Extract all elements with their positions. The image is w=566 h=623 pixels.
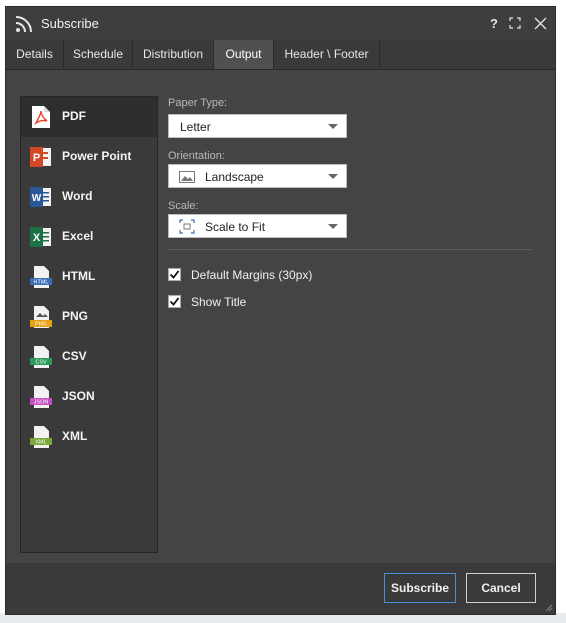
html-icon: HTML <box>30 266 52 288</box>
orientation-value: Landscape <box>205 170 264 184</box>
format-label: HTML <box>62 269 96 283</box>
excel-icon: X <box>30 227 51 247</box>
xml-icon: XML <box>30 426 52 448</box>
format-item-png[interactable]: PNG PNG <box>21 297 157 337</box>
chevron-down-icon <box>328 224 338 229</box>
format-item-powerpoint[interactable]: P Power Point <box>21 137 157 177</box>
format-label: Word <box>62 189 93 203</box>
subscribe-dialog: Subscribe ? Details Schedule Distributio… <box>5 6 556 615</box>
close-icon <box>534 17 546 29</box>
help-button[interactable]: ? <box>487 13 501 33</box>
check-icon <box>169 270 180 279</box>
png-icon-text: PNG <box>35 322 47 328</box>
powerpoint-icon: P <box>30 147 51 167</box>
section-divider <box>168 249 532 250</box>
json-icon-text: JSON <box>34 400 49 406</box>
csv-icon: CSV <box>30 346 52 368</box>
chevron-down-icon <box>328 124 338 129</box>
excel-icon-letter: X <box>33 232 41 244</box>
resize-grip-icon[interactable] <box>545 604 553 612</box>
scale-to-fit-icon <box>179 219 195 234</box>
scale-select[interactable]: Scale to Fit <box>168 214 347 238</box>
tab-bar: Details Schedule Distribution Output Hea… <box>6 40 555 70</box>
format-list: PDF P Power Point W Word X Excel HTML HT… <box>20 96 158 553</box>
title-bar[interactable]: Subscribe ? <box>6 7 555 40</box>
word-icon-letter: W <box>32 193 42 204</box>
orientation-label: Orientation: <box>168 150 225 162</box>
pdf-icon <box>32 106 50 128</box>
format-label: Excel <box>62 229 94 243</box>
close-button[interactable] <box>532 13 548 33</box>
format-label: XML <box>62 429 88 443</box>
scale-label: Scale: <box>168 200 199 212</box>
format-label: CSV <box>62 349 87 363</box>
xml-icon-text: XML <box>35 440 46 446</box>
rss-icon <box>15 16 32 33</box>
tab-details[interactable]: Details <box>6 40 64 69</box>
format-label: PNG <box>62 309 89 323</box>
word-icon: W <box>30 187 51 207</box>
default-margins-checkbox[interactable] <box>168 268 181 281</box>
format-item-json[interactable]: JSON JSON <box>21 377 157 417</box>
format-item-csv[interactable]: CSV CSV <box>21 337 157 377</box>
tab-schedule[interactable]: Schedule <box>64 40 133 69</box>
tab-output[interactable]: Output <box>214 40 274 69</box>
json-icon: JSON <box>30 386 52 408</box>
maximize-button[interactable] <box>508 13 522 33</box>
format-item-xml[interactable]: XML XML <box>21 417 157 457</box>
maximize-icon <box>509 17 521 29</box>
format-label: JSON <box>62 389 95 403</box>
format-label: Power Point <box>62 149 132 163</box>
paper-type-label: Paper Type: <box>168 97 228 109</box>
format-item-excel[interactable]: X Excel <box>21 217 157 257</box>
landscape-icon <box>179 171 195 183</box>
html-icon-text: HTML <box>34 280 49 286</box>
subscribe-button[interactable]: Subscribe <box>384 573 456 603</box>
scale-value: Scale to Fit <box>205 220 266 234</box>
csv-icon-text: CSV <box>35 360 47 366</box>
dialog-title: Subscribe <box>41 16 99 31</box>
format-label: PDF <box>62 109 86 123</box>
orientation-select[interactable]: Landscape <box>168 164 347 188</box>
dialog-footer: Subscribe Cancel <box>6 563 555 614</box>
tab-header-footer[interactable]: Header \ Footer <box>274 40 380 69</box>
show-title-checkbox[interactable] <box>168 295 181 308</box>
cancel-button[interactable]: Cancel <box>466 573 536 603</box>
paper-type-select[interactable]: Letter <box>168 114 347 138</box>
powerpoint-icon-letter: P <box>33 152 40 164</box>
format-item-pdf[interactable]: PDF <box>21 97 157 137</box>
check-icon <box>169 297 180 306</box>
paper-type-value: Letter <box>180 120 211 134</box>
png-icon: PNG <box>30 306 52 328</box>
show-title-label: Show Title <box>191 295 247 309</box>
tab-distribution[interactable]: Distribution <box>133 40 214 69</box>
chevron-down-icon <box>328 174 338 179</box>
default-margins-label: Default Margins (30px) <box>191 268 313 282</box>
format-item-word[interactable]: W Word <box>21 177 157 217</box>
format-item-html[interactable]: HTML HTML <box>21 257 157 297</box>
